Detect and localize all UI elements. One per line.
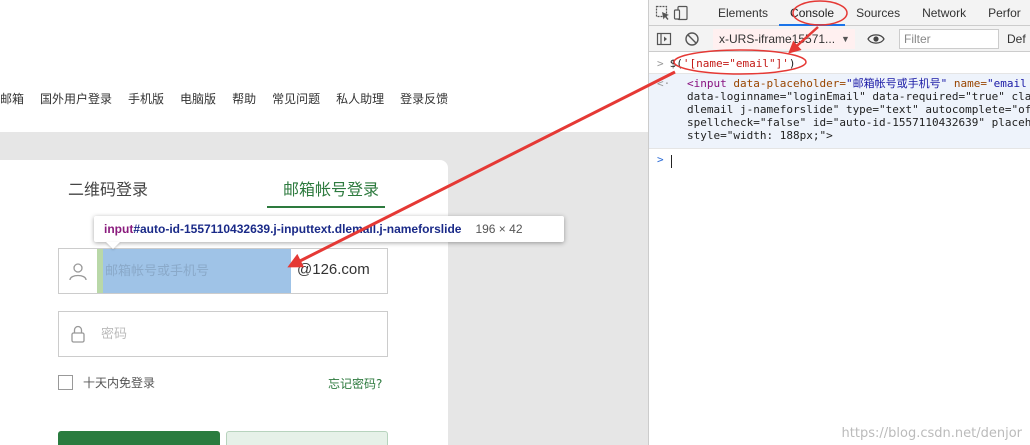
inspect-tooltip: input #auto-id-1557110432639.j-inputtext.…	[94, 216, 564, 242]
devtools-panel: Elements Console Sources Network Perfor …	[648, 0, 1030, 445]
eye-icon[interactable]	[865, 28, 887, 50]
command-prefix: $(	[669, 57, 683, 70]
context-label: x-URS-iframe15571...	[719, 31, 836, 46]
clear-console-icon[interactable]	[681, 28, 703, 50]
password-field-wrapper	[58, 311, 388, 357]
remember-me[interactable]: 十天内免登录	[58, 374, 155, 391]
nav-desktop[interactable]: 电脑版	[180, 90, 216, 110]
top-nav: 邮箱 国外用户登录 手机版 电脑版 帮助 常见问题 私人助理 登录反馈	[0, 90, 448, 110]
web-page: 邮箱 国外用户登录 手机版 电脑版 帮助 常见问题 私人助理 登录反馈 二维码登…	[0, 0, 648, 445]
forgot-password-link[interactable]: 忘记密码?	[328, 375, 382, 392]
input-prompt-icon: >	[657, 57, 664, 70]
command-suffix: )	[788, 57, 796, 70]
user-icon	[59, 249, 97, 293]
result-line-1: <input data-placeholder="邮箱帐号或手机号" name=…	[687, 77, 1027, 90]
tooltip-pointer	[106, 242, 120, 249]
tab-sources[interactable]: Sources	[845, 0, 911, 26]
tooltip-tag: input	[104, 222, 134, 236]
nav-mail[interactable]: 邮箱	[0, 90, 24, 110]
dropdown-arrow-icon: ▼	[841, 33, 850, 44]
console-result[interactable]: <· <input data-placeholder="邮箱帐号或手机号" na…	[649, 73, 1030, 149]
result-line-2: data-loginname="loginEmail" data-require…	[687, 90, 1030, 103]
remember-checkbox[interactable]	[58, 375, 73, 390]
tooltip-selector: #auto-id-1557110432639.j-inputtext.dlema…	[133, 222, 462, 236]
console-prompt-icon: >	[657, 153, 664, 166]
nav-mobile[interactable]: 手机版	[128, 90, 164, 110]
nav-login-feedback[interactable]: 登录反馈	[400, 90, 448, 110]
context-selector[interactable]: x-URS-iframe15571... ▼	[713, 28, 855, 49]
result-html: <input data-placeholder="邮箱帐号或手机号" name=…	[687, 77, 1030, 142]
tab-console[interactable]: Console	[779, 0, 846, 26]
watermark: https://blog.csdn.net/denjor	[841, 426, 1022, 441]
console-output: > $('[name="email"]') <· <input data-plac…	[649, 53, 1030, 445]
nav-faq[interactable]: 常见问题	[272, 90, 320, 110]
email-domain-suffix: @126.com	[297, 261, 370, 278]
console-toolbar: x-URS-iframe15571... ▼ Def	[649, 26, 1030, 52]
login-button[interactable]	[58, 431, 220, 445]
nav-help[interactable]: 帮助	[232, 90, 256, 110]
device-toolbar-icon[interactable]	[673, 2, 689, 24]
filter-input[interactable]	[899, 28, 999, 49]
nav-overseas-login[interactable]: 国外用户登录	[40, 90, 112, 110]
nav-assistant[interactable]: 私人助理	[336, 90, 384, 110]
devtools-tabbar: Elements Console Sources Network Perfor	[649, 0, 1030, 26]
email-field-wrapper: @126.com	[58, 248, 388, 294]
inspect-element-icon[interactable]	[655, 2, 671, 24]
console-command: > $('[name="email"]')	[657, 57, 795, 70]
log-levels-selector[interactable]: Def	[1007, 32, 1026, 46]
sidebar-toggle-icon[interactable]	[653, 28, 675, 50]
active-tab-underline	[267, 206, 385, 208]
login-card	[0, 160, 448, 445]
console-caret[interactable]	[671, 155, 672, 168]
lock-icon	[59, 312, 97, 356]
result-line-3: dlemail j-nameforslide" type="text" auto…	[687, 103, 1030, 116]
remember-label: 十天内免登录	[83, 376, 156, 390]
password-input[interactable]	[101, 312, 381, 356]
tab-network[interactable]: Network	[911, 0, 977, 26]
output-arrow-icon: <·	[657, 77, 671, 90]
result-line-5: style="width: 188px;">	[687, 129, 833, 142]
email-input[interactable]	[103, 249, 291, 293]
tab-elements[interactable]: Elements	[707, 0, 779, 26]
tooltip-dimensions: 196 × 42	[475, 222, 523, 236]
tab-performance[interactable]: Perfor	[977, 0, 1030, 26]
command-arg: '[name="email"]'	[682, 57, 789, 70]
result-line-4: spellcheck="false" id="auto-id-155711043…	[687, 116, 1030, 129]
tab-qr-login[interactable]: 二维码登录	[68, 176, 148, 200]
register-button[interactable]	[226, 431, 388, 445]
tab-email-login[interactable]: 邮箱帐号登录	[283, 176, 379, 200]
